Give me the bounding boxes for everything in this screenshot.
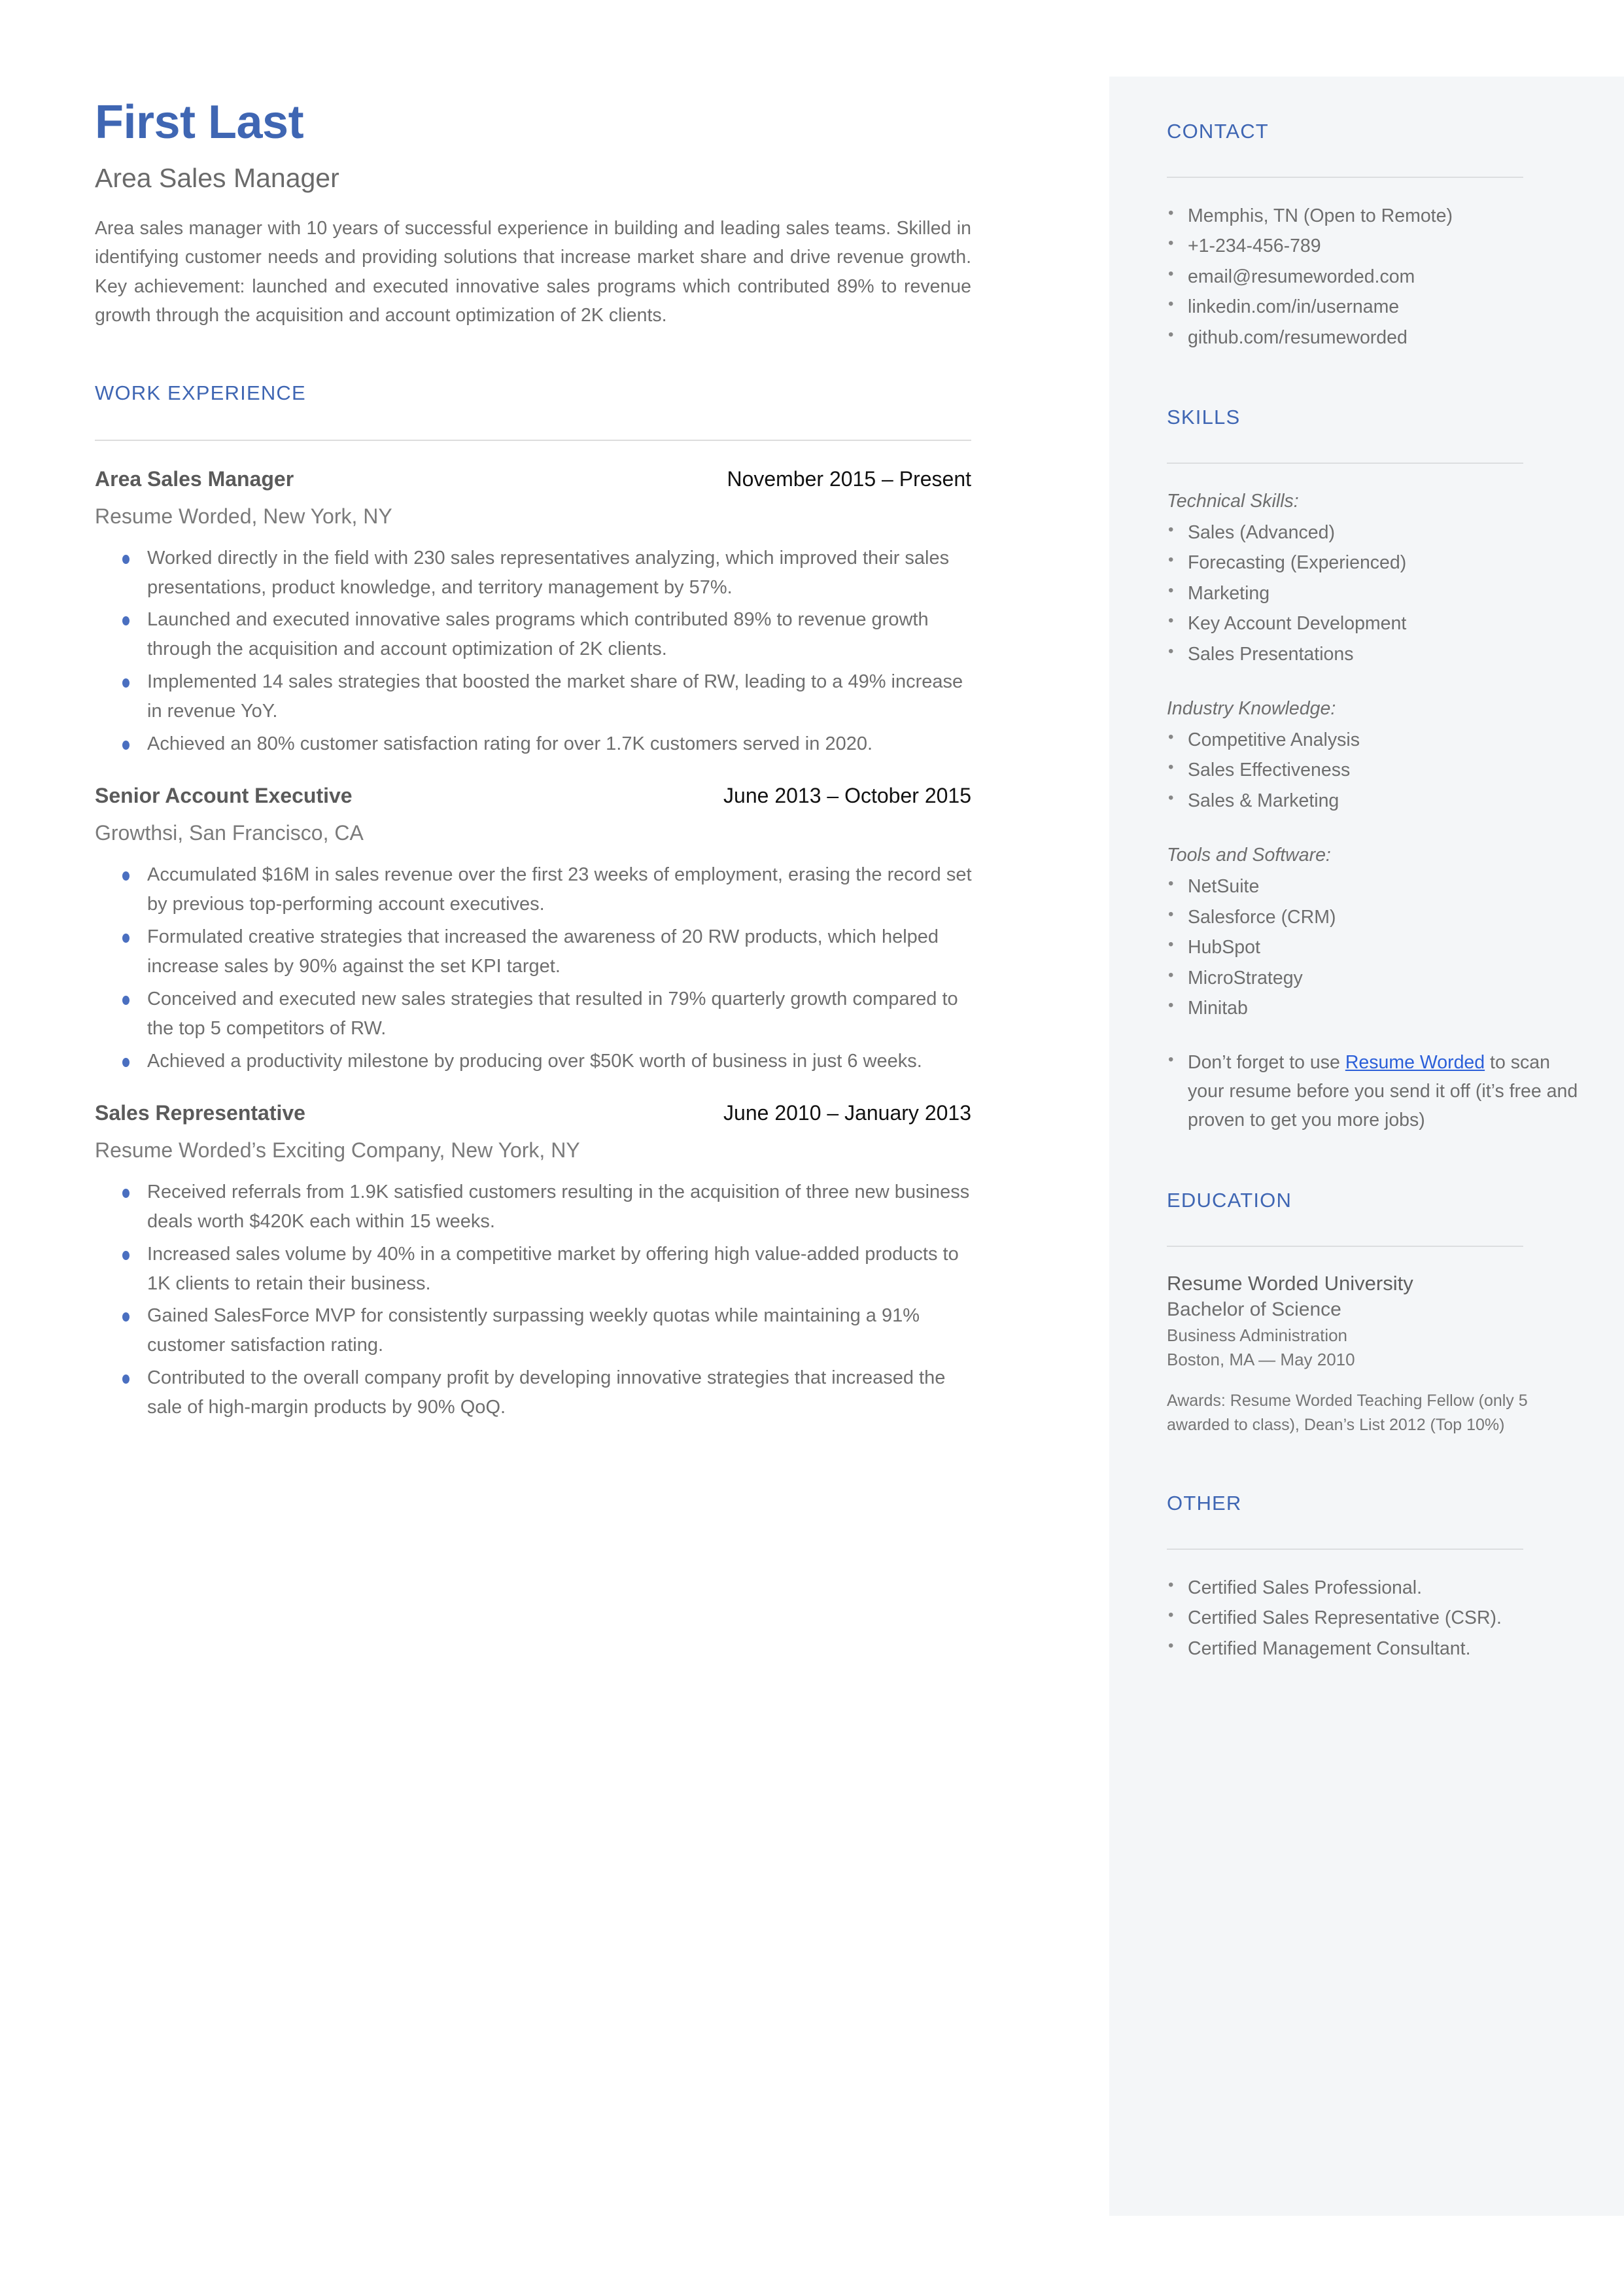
promo-text-before: Don’t forget to use (1188, 1052, 1345, 1074)
list-item: Formulated creative strategies that incr… (95, 922, 975, 981)
sidebar-section-contact: CONTACT Memphis, TN (Open to Remote) +1-… (1167, 120, 1581, 352)
list-item: NetSuite (1167, 871, 1581, 901)
skill-list: Sales (Advanced) Forecasting (Experience… (1167, 517, 1581, 669)
job-company: Resume Worded’s Exciting Company, New Yo… (95, 1138, 580, 1162)
section-heading-contact: CONTACT (1167, 120, 1269, 143)
list-item: Minitab (1167, 993, 1581, 1023)
list-item-github: github.com/resumeworded (1167, 323, 1581, 352)
job-header-row: Area Sales Manager November 2015 – Prese… (95, 467, 971, 497)
list-item: Certified Sales Representative (CSR). (1167, 1603, 1581, 1632)
section-heading-work-experience: WORK EXPERIENCE (95, 381, 306, 404)
list-item: Implemented 14 sales strategies that boo… (95, 667, 975, 726)
main-column: First Last Area Sales Manager Area sales… (95, 96, 975, 1426)
list-item: Competitive Analysis (1167, 725, 1581, 754)
skill-group-label: Industry Knowledge: (1167, 698, 1336, 720)
education-awards: Awards: Resume Worded Teaching Fellow (o… (1167, 1391, 1528, 1435)
skill-group-technical: Technical Skills: Sales (Advanced) Forec… (1167, 487, 1581, 669)
headline: Area Sales Manager (95, 162, 339, 193)
skill-group-label: Technical Skills: (1167, 491, 1299, 512)
job-dates: June 2010 – January 2013 (723, 1100, 971, 1125)
section-divider (1167, 463, 1523, 464)
education-degree: Bachelor of Science (1167, 1299, 1341, 1321)
list-item: Achieved a productivity milestone by pro… (95, 1047, 975, 1076)
list-item-phone: +1-234-456-789 (1167, 231, 1581, 260)
promo-note: Don’t forget to use Resume Worded to sca… (1167, 1048, 1581, 1135)
page-title: First Last (95, 96, 304, 149)
job-title: Sales Representative (95, 1100, 305, 1125)
sidebar-section-skills: SKILLS Technical Skills: Sales (Advanced… (1167, 406, 1581, 1135)
list-item-location: Memphis, TN (Open to Remote) (1167, 201, 1581, 230)
sidebar-section-education: EDUCATION Resume Worded University Bache… (1167, 1189, 1581, 1438)
job-dates: November 2015 – Present (727, 466, 971, 491)
job-bullet-list: Worked directly in the field with 230 sa… (95, 544, 975, 760)
list-item: Marketing (1167, 578, 1581, 608)
section-heading-skills: SKILLS (1167, 406, 1241, 429)
skill-group-industry: Industry Knowledge: Competitive Analysis… (1167, 695, 1581, 815)
list-item: Sales & Marketing (1167, 786, 1581, 815)
section-heading-other: OTHER (1167, 1491, 1242, 1515)
list-item: Key Account Development (1167, 608, 1581, 638)
skill-group-label: Tools and Software: (1167, 845, 1331, 866)
other-list: Certified Sales Professional. Certified … (1167, 1573, 1581, 1663)
contact-list: Memphis, TN (Open to Remote) +1-234-456-… (1167, 201, 1581, 352)
list-item: Sales (Advanced) (1167, 517, 1581, 547)
skill-list: Competitive Analysis Sales Effectiveness… (1167, 725, 1581, 815)
job-bullet-list: Accumulated $16M in sales revenue over t… (95, 860, 975, 1076)
resume-worded-link[interactable]: Resume Worded (1345, 1052, 1485, 1073)
job-title: Area Sales Manager (95, 466, 294, 491)
education-location-date: Boston, MA — May 2010 (1167, 1349, 1355, 1369)
list-item: Sales Presentations (1167, 639, 1581, 669)
section-heading-education: EDUCATION (1167, 1189, 1292, 1212)
list-item-linkedin: linkedin.com/in/username (1167, 292, 1581, 321)
list-item-email: email@resumeworded.com (1167, 262, 1581, 291)
list-item: Contributed to the overall company profi… (95, 1363, 975, 1422)
job-company: Growthsi, San Francisco, CA (95, 821, 364, 845)
section-divider (1167, 1246, 1523, 1248)
job-entry: Senior Account Executive June 2013 – Oct… (95, 784, 975, 1076)
list-item: MicroStrategy (1167, 962, 1581, 992)
job-entry: Area Sales Manager November 2015 – Prese… (95, 467, 975, 760)
education-field: Business Administration (1167, 1325, 1348, 1345)
list-item: Accumulated $16M in sales revenue over t… (95, 860, 975, 919)
job-company: Resume Worded, New York, NY (95, 504, 392, 528)
skill-list: NetSuite Salesforce (CRM) HubSpot MicroS… (1167, 871, 1581, 1023)
education-school: Resume Worded University (1167, 1272, 1413, 1295)
list-item: HubSpot (1167, 932, 1581, 962)
section-divider (1167, 1548, 1523, 1550)
list-item: Gained SalesForce MVP for consistently s… (95, 1301, 975, 1360)
list-item: Worked directly in the field with 230 sa… (95, 544, 975, 603)
list-item: Forecasting (Experienced) (1167, 548, 1581, 577)
sidebar-section-other: OTHER Certified Sales Professional. Cert… (1167, 1492, 1581, 1663)
list-item: Salesforce (CRM) (1167, 902, 1581, 932)
list-item: Increased sales volume by 40% in a compe… (95, 1240, 975, 1299)
list-item: Launched and executed innovative sales p… (95, 605, 975, 664)
resume-page: First Last Area Sales Manager Area sales… (0, 0, 1624, 2295)
job-header-row: Senior Account Executive June 2013 – Oct… (95, 784, 971, 814)
list-item: Achieved an 80% customer satisfaction ra… (95, 729, 975, 759)
sidebar: CONTACT Memphis, TN (Open to Remote) +1-… (1109, 77, 1624, 2216)
job-header-row: Sales Representative June 2010 – January… (95, 1101, 971, 1131)
list-item: Received referrals from 1.9K satisfied c… (95, 1178, 975, 1236)
list-item: Sales Effectiveness (1167, 755, 1581, 784)
job-bullet-list: Received referrals from 1.9K satisfied c… (95, 1178, 975, 1423)
job-title: Senior Account Executive (95, 784, 353, 808)
section-divider (1167, 177, 1523, 178)
skill-group-tools: Tools and Software: NetSuite Salesforce … (1167, 841, 1581, 1023)
list-item: Conceived and executed new sales strateg… (95, 985, 975, 1043)
job-dates: June 2013 – October 2015 (723, 784, 971, 808)
job-entry: Sales Representative June 2010 – January… (95, 1101, 975, 1423)
list-item: Certified Management Consultant. (1167, 1634, 1581, 1663)
summary-paragraph: Area sales manager with 10 years of succ… (95, 217, 971, 326)
section-divider (95, 439, 971, 441)
list-item: Certified Sales Professional. (1167, 1573, 1581, 1602)
